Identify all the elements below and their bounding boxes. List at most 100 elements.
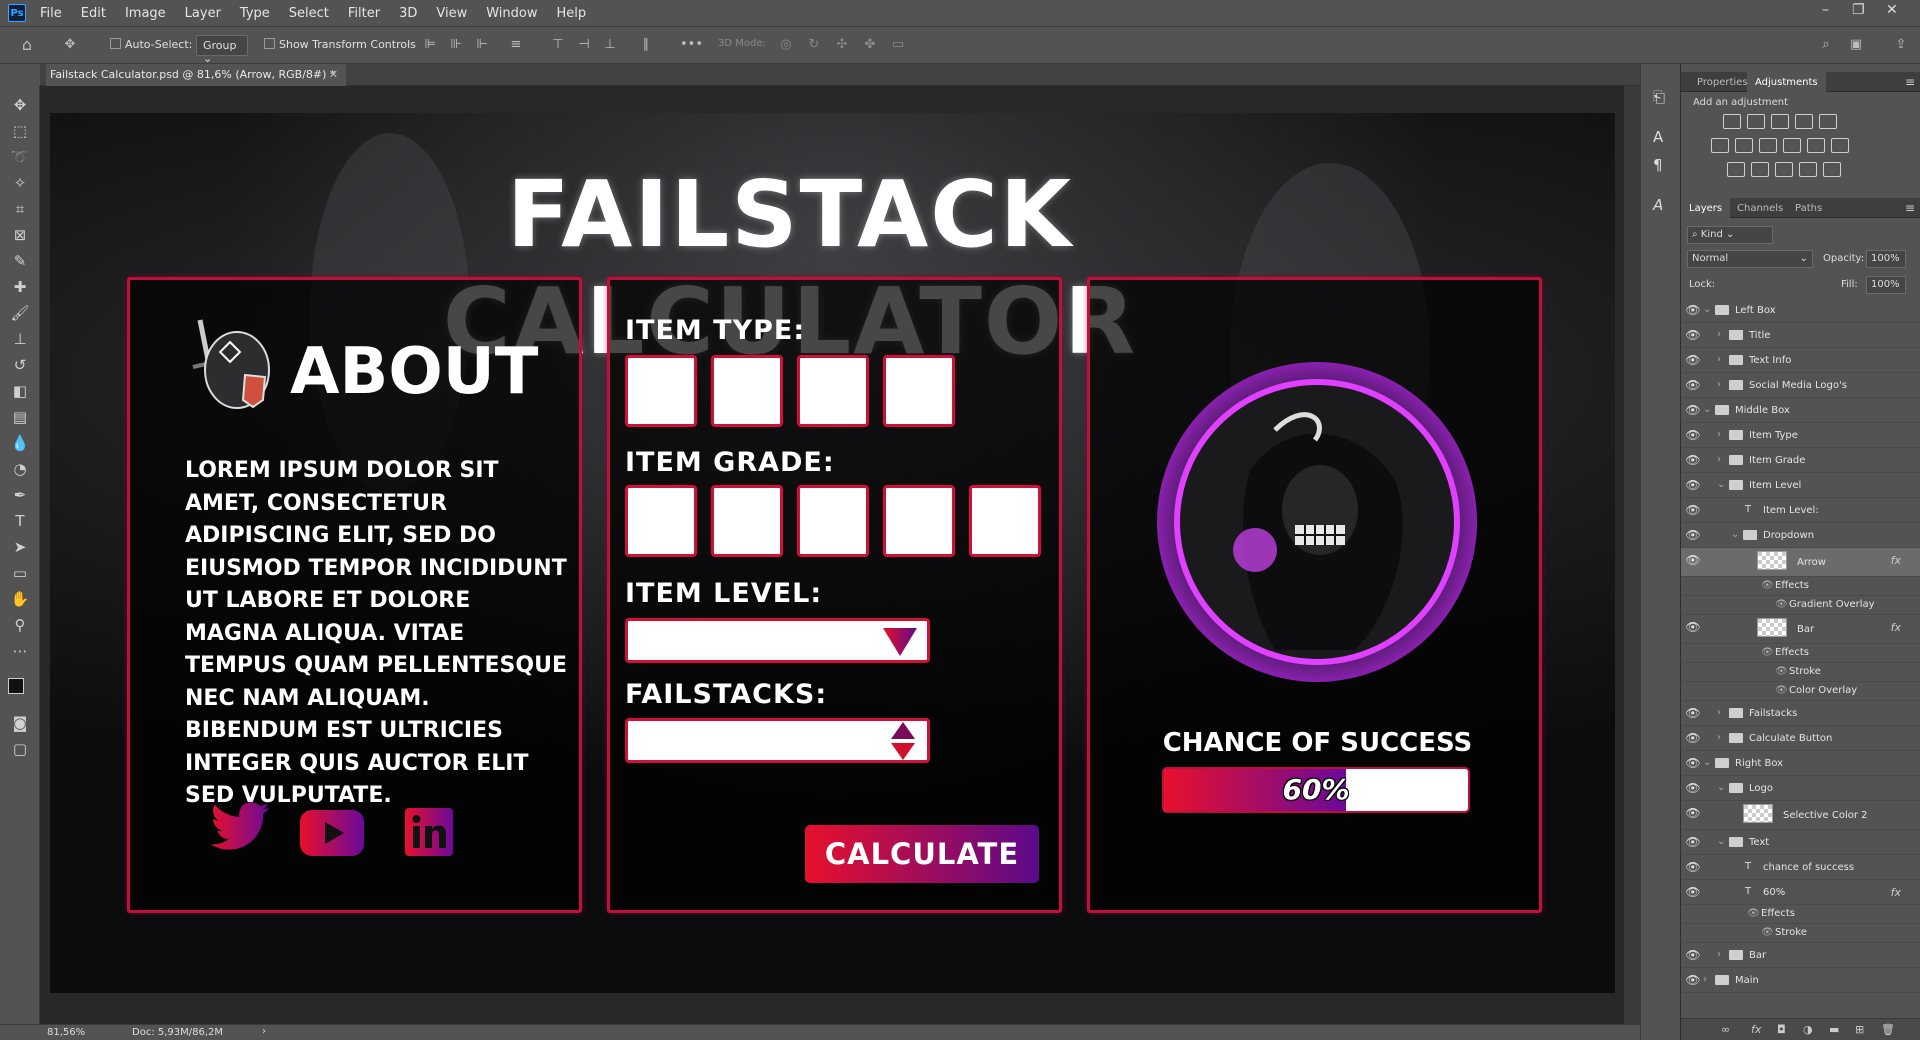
hand-tool-icon[interactable]: ✋ [9, 588, 31, 610]
expand-toggle-icon[interactable]: ⌄ [1717, 836, 1725, 847]
new-group-icon[interactable]: ▬ [1829, 1023, 1839, 1036]
adjustment-preset-icon[interactable] [1711, 138, 1729, 153]
mask-icon[interactable]: ◘ [1777, 1023, 1786, 1036]
layer-row[interactable]: 👁 ⌄ Logo [1681, 776, 1920, 801]
layer-row[interactable]: 👁 Arrow fx [1681, 548, 1920, 577]
zoom-tool-icon[interactable]: ⚲ [9, 614, 31, 636]
dropdown-arrow-icon[interactable] [883, 628, 917, 656]
item-grade-slot-2[interactable] [711, 485, 783, 557]
visibility-eye-icon[interactable]: 👁 [1685, 834, 1701, 850]
menu-type[interactable]: Type [240, 6, 270, 21]
visibility-eye-icon[interactable]: 👁 [1685, 972, 1701, 988]
expand-toggle-icon[interactable]: ⌄ [1717, 479, 1725, 490]
frame-tool-icon[interactable]: ⊠ [9, 224, 31, 246]
adjustment-preset-icon[interactable] [1759, 138, 1777, 153]
layer-row[interactable]: 👁 Tchance of success [1681, 855, 1920, 880]
align-top-icon[interactable]: ⊤ [550, 37, 566, 53]
tab-channels[interactable]: Channels [1729, 198, 1791, 218]
visibility-eye-icon[interactable]: 👁 [1685, 402, 1701, 418]
tab-layers[interactable]: Layers [1681, 198, 1731, 218]
visibility-eye-icon[interactable]: 👁 [1685, 805, 1701, 821]
pan-3d-icon[interactable]: ✣ [834, 37, 850, 53]
document-tab[interactable]: Failstack Calculator.psd @ 81,6% (Arrow,… [46, 64, 346, 86]
tab-adjustments[interactable]: Adjustments [1747, 72, 1826, 92]
effect-eye-icon[interactable]: 👁 [1761, 580, 1774, 591]
menu-filter[interactable]: Filter [348, 6, 380, 21]
history-brush-icon[interactable]: ↺ [9, 354, 31, 376]
move-tool-icon[interactable]: ✥ [62, 37, 78, 53]
stamp-tool-icon[interactable]: ⊥ [9, 328, 31, 350]
slide-3d-icon[interactable]: ✤ [862, 37, 878, 53]
visibility-eye-icon[interactable]: 👁 [1685, 327, 1701, 343]
distribute-vertical-icon[interactable]: ∥ [638, 37, 654, 53]
adjustment-preset-icon[interactable] [1775, 162, 1793, 177]
rectangle-tool-icon[interactable]: ▭ [9, 562, 31, 584]
visibility-eye-icon[interactable]: 👁 [1685, 527, 1701, 543]
expand-toggle-icon[interactable]: › [1703, 974, 1707, 985]
blend-mode-select[interactable]: Normal ⌄ [1687, 250, 1813, 268]
visibility-eye-icon[interactable]: 👁 [1685, 884, 1701, 900]
layer-effect-row[interactable]: 👁 Stroke [1681, 924, 1920, 943]
item-level-dropdown[interactable] [625, 618, 930, 663]
layer-effect-row[interactable]: 👁 Effects [1681, 905, 1920, 924]
item-type-slot-2[interactable] [711, 355, 783, 427]
calculate-button[interactable]: CALCULATE [805, 825, 1039, 883]
item-grade-slot-3[interactable] [797, 485, 869, 557]
layer-row[interactable]: 👁 T 60% fx [1681, 880, 1920, 905]
expand-toggle-icon[interactable]: › [1717, 454, 1721, 465]
expand-toggle-icon[interactable]: ⌄ [1717, 782, 1725, 793]
layer-row[interactable]: 👁 › Calculate Button [1681, 726, 1920, 751]
minimize-icon[interactable]: – [1822, 2, 1829, 18]
layer-kind-filter[interactable]: ⌕ Kind ⌄ [1687, 226, 1773, 244]
layer-row[interactable]: 👁 › Social Media Logo's [1681, 373, 1920, 398]
orbit-3d-icon[interactable]: ◎ [778, 37, 794, 53]
item-grade-slot-1[interactable] [625, 485, 697, 557]
visibility-eye-icon[interactable]: 👁 [1685, 302, 1701, 318]
visibility-eye-icon[interactable]: 👁 [1685, 377, 1701, 393]
eraser-tool-icon[interactable]: ◧ [9, 380, 31, 402]
layer-row[interactable]: 👁 › Bar [1681, 943, 1920, 968]
healing-brush-icon[interactable]: ✚ [9, 276, 31, 298]
adjustment-preset-icon[interactable] [1771, 114, 1789, 129]
new-layer-icon[interactable]: ⊞ [1855, 1023, 1864, 1036]
visibility-eye-icon[interactable]: 👁 [1685, 730, 1701, 746]
item-grade-slot-5[interactable] [969, 485, 1041, 557]
align-bottom-icon[interactable]: ⊥ [602, 37, 618, 53]
close-icon[interactable]: ✕ [1886, 2, 1898, 18]
menu-file[interactable]: File [40, 6, 62, 21]
paragraph-panel-icon[interactable]: ¶ [1653, 156, 1663, 174]
move-tool-icon[interactable]: ✥ [9, 94, 31, 116]
menu-image[interactable]: Image [125, 6, 166, 21]
item-type-slot-4[interactable] [883, 355, 955, 427]
marquee-tool-icon[interactable]: ⬚ [9, 120, 31, 142]
adjustment-preset-icon[interactable] [1819, 114, 1837, 129]
blur-tool-icon[interactable]: 💧 [9, 432, 31, 454]
expand-toggle-icon[interactable]: › [1717, 949, 1721, 960]
transform-box[interactable] [264, 38, 275, 49]
expand-toggle-icon[interactable]: ⌄ [1703, 304, 1711, 315]
layer-row[interactable]: 👁 › Item Type [1681, 423, 1920, 448]
twitter-icon[interactable] [208, 802, 272, 856]
adjustment-preset-icon[interactable] [1735, 138, 1753, 153]
effect-eye-icon[interactable]: 👁 [1775, 685, 1788, 696]
tab-paths[interactable]: Paths [1787, 198, 1830, 218]
layer-row[interactable]: 👁 › Title [1681, 323, 1920, 348]
adjustment-preset-icon[interactable] [1795, 114, 1813, 129]
layer-effect-row[interactable]: 👁 Gradient Overlay [1681, 596, 1920, 615]
auto-select-box[interactable] [110, 38, 121, 49]
menu-window[interactable]: Window [486, 6, 537, 21]
layer-effect-row[interactable]: 👁 Effects [1681, 577, 1920, 596]
glyphs-panel-icon[interactable]: A [1653, 196, 1663, 214]
expand-toggle-icon[interactable]: › [1717, 354, 1721, 365]
fx-icon[interactable]: fx [1751, 1023, 1761, 1036]
auto-select-checkbox[interactable]: Auto-Select: [110, 38, 192, 51]
stepper-arrows-icon[interactable] [891, 722, 915, 760]
panel-menu-icon[interactable]: ≡ [1905, 75, 1915, 89]
adjustment-preset-icon[interactable] [1831, 138, 1849, 153]
edit-toolbar-icon[interactable]: ⋯ [9, 640, 31, 662]
failstacks-stepper[interactable] [625, 718, 930, 763]
expand-toggle-icon[interactable]: › [1717, 429, 1721, 440]
menu-edit[interactable]: Edit [81, 6, 106, 21]
crop-tool-icon[interactable]: ⌗ [9, 198, 31, 220]
visibility-eye-icon[interactable]: 👁 [1685, 427, 1701, 443]
